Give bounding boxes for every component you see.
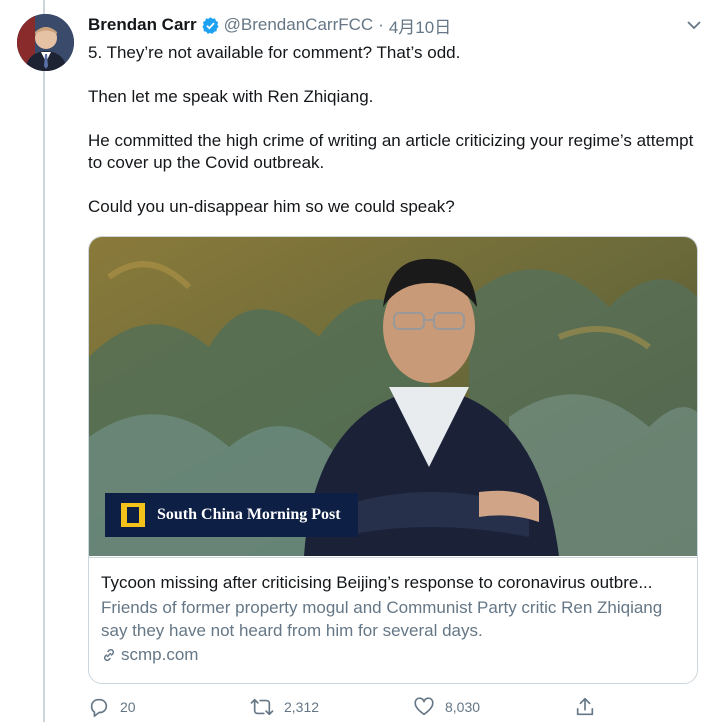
action-bar: 20 2,312 8,030	[88, 694, 700, 722]
scmp-logo-mark-icon	[121, 503, 145, 527]
scmp-logo: South China Morning Post	[105, 493, 358, 537]
link-icon	[103, 648, 115, 662]
tweet-paragraph: Could you un-disappear him so we could s…	[88, 197, 455, 216]
tweet-text: 5. They’re not available for comment? Th…	[88, 42, 698, 218]
tweet-date[interactable]: 4月10日	[389, 13, 451, 38]
author-handle[interactable]: @BrendanCarrFCC	[224, 15, 374, 35]
brand-name: South China Morning Post	[157, 506, 341, 523]
tweet-paragraph: He committed the high crime of writing a…	[88, 131, 694, 172]
reply-count: 20	[120, 699, 136, 715]
domain-label: scmp.com	[121, 645, 199, 664]
card-description: Friends of former property mogul and Com…	[101, 598, 663, 640]
separator-dot: ·	[378, 15, 384, 34]
chevron-down-icon[interactable]	[684, 15, 704, 35]
share-button[interactable]	[574, 694, 606, 720]
reply-icon	[90, 698, 108, 717]
share-icon	[576, 697, 594, 716]
retweet-icon	[250, 698, 274, 716]
author-name[interactable]: Brendan Carr	[88, 15, 197, 35]
card-title: Tycoon missing after criticising Beijing…	[101, 573, 653, 592]
tweet-paragraph: 5. They’re not available for comment? Th…	[88, 43, 461, 62]
link-card[interactable]: South China Morning Post Tycoon missing …	[88, 236, 698, 684]
tweet-paragraph: Then let me speak with Ren Zhiqiang.	[88, 87, 374, 106]
reply-button[interactable]: 20	[88, 694, 136, 720]
like-count: 8,030	[445, 699, 481, 715]
thread-line	[43, 0, 45, 722]
retweet-button[interactable]: 2,312	[250, 694, 319, 720]
like-icon	[414, 697, 434, 716]
retweet-count: 2,312	[284, 699, 320, 715]
verified-badge-icon	[201, 16, 220, 35]
like-button[interactable]: 8,030	[413, 694, 480, 720]
tweet-header: Brendan Carr @BrendanCarrFCC · 4月10日	[88, 13, 451, 38]
avatar[interactable]	[17, 14, 74, 71]
card-domain: scmp.com	[101, 645, 685, 665]
card-body[interactable]: Tycoon missing after criticising Beijing…	[89, 557, 697, 683]
